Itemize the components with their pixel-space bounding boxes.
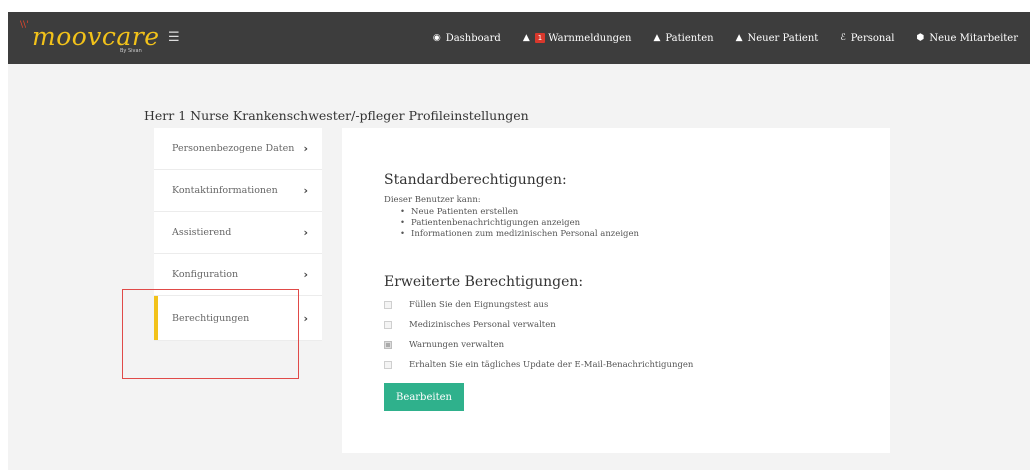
chevron-right-icon: › (303, 311, 308, 325)
nav-label: Neue Mitarbeiter (929, 32, 1018, 44)
menu-item-label: Assistierend (172, 227, 232, 238)
permission-checkbox[interactable] (384, 301, 392, 309)
brand-logo[interactable]: \\' moovcare By Sivan (18, 20, 159, 58)
logo-text: moovcare (32, 22, 160, 51)
nav-personal[interactable]: ℰ Personal (840, 33, 894, 44)
menu-item-kontaktinformationen[interactable]: Kontaktinformationen › (154, 170, 322, 212)
permission-checkbox[interactable] (384, 321, 392, 329)
menu-item-assistierend[interactable]: Assistierend › (154, 212, 322, 254)
chevron-right-icon: › (303, 226, 308, 239)
bell-icon: ▲ (522, 33, 530, 43)
logo-sparks-icon: \\' (20, 20, 29, 30)
permission-personal-verwalten: Medizinisches Personal verwalten (384, 315, 693, 335)
permission-checkbox[interactable] (384, 361, 392, 369)
permissions-card: Standardberechtigungen: Dieser Benutzer … (342, 128, 890, 453)
permissions-intro: Dieser Benutzer kann: (384, 195, 481, 205)
extended-permissions-list: Füllen Sie den Eignungstest aus Medizini… (384, 295, 693, 375)
main-nav: ◉ Dashboard ▲ 1 Warnmeldungen ▲ Patiente… (411, 12, 1018, 64)
standard-permissions-heading: Standardberechtigungen: (384, 172, 567, 188)
page-title: Herr 1 Nurse Krankenschwester/-pfleger P… (144, 108, 529, 123)
list-item: Neue Patienten erstellen (400, 207, 639, 218)
nav-neue-mitarbeiter[interactable]: ⬢ Neue Mitarbeiter (917, 33, 1019, 44)
permission-email-update: Erhalten Sie ein tägliches Update der E-… (384, 355, 693, 375)
permission-label: Warnungen verwalten (409, 340, 505, 350)
menu-item-label: Personenbezogene Daten (172, 143, 295, 154)
menu-item-personenbezogene-daten[interactable]: Personenbezogene Daten › (154, 128, 322, 170)
nav-label: Patienten (665, 32, 714, 44)
extended-permissions-heading: Erweiterte Berechtigungen: (384, 274, 584, 290)
hamburger-menu-icon[interactable]: ☰ (168, 29, 182, 47)
nav-label: Dashboard (445, 32, 501, 44)
list-item: Patientenbenachrichtigungen anzeigen (400, 218, 639, 229)
alert-count-badge: 1 (534, 33, 546, 43)
menu-item-label: Konfiguration (172, 269, 239, 280)
permission-label: Füllen Sie den Eignungstest aus (409, 300, 549, 310)
edit-button[interactable]: Bearbeiten (384, 383, 464, 411)
nav-warnmeldungen[interactable]: ▲ 1 Warnmeldungen (523, 33, 632, 44)
user-md-icon: ℰ (840, 33, 846, 43)
nav-label: Warnmeldungen (548, 32, 632, 44)
permission-label: Medizinisches Personal verwalten (409, 320, 556, 330)
nav-label: Personal (850, 32, 895, 44)
user-icon: ▲ (653, 33, 661, 43)
nav-dashboard[interactable]: ◉ Dashboard (433, 33, 501, 44)
nav-neuer-patient[interactable]: ▲ Neuer Patient (736, 33, 819, 44)
permission-eignungstest: Füllen Sie den Eignungstest aus (384, 295, 693, 315)
menu-item-label: Kontaktinformationen (172, 185, 278, 196)
nav-label: Neuer Patient (747, 32, 819, 44)
globe-icon: ◉ (432, 33, 441, 43)
standard-permissions-list: Neue Patienten erstellen Patientenbenach… (400, 207, 639, 240)
list-item: Informationen zum medizinischen Personal… (400, 229, 639, 240)
chevron-right-icon: › (303, 268, 308, 281)
user-icon: ▲ (735, 33, 743, 43)
permission-checkbox[interactable] (384, 341, 392, 349)
permission-warnungen-verwalten: Warnungen verwalten (384, 335, 693, 355)
top-navbar: \\' moovcare By Sivan ☰ ◉ Dashboard ▲ 1 … (8, 12, 1030, 64)
nav-patienten[interactable]: ▲ Patienten (653, 33, 713, 44)
permission-label: Erhalten Sie ein tägliches Update der E-… (409, 360, 694, 370)
chevron-right-icon: › (303, 184, 308, 197)
logo-subtitle: By Sivan (120, 48, 142, 54)
chevron-right-icon: › (303, 142, 308, 155)
shield-icon: ⬢ (916, 33, 925, 43)
annotation-highlight-box (122, 289, 299, 379)
